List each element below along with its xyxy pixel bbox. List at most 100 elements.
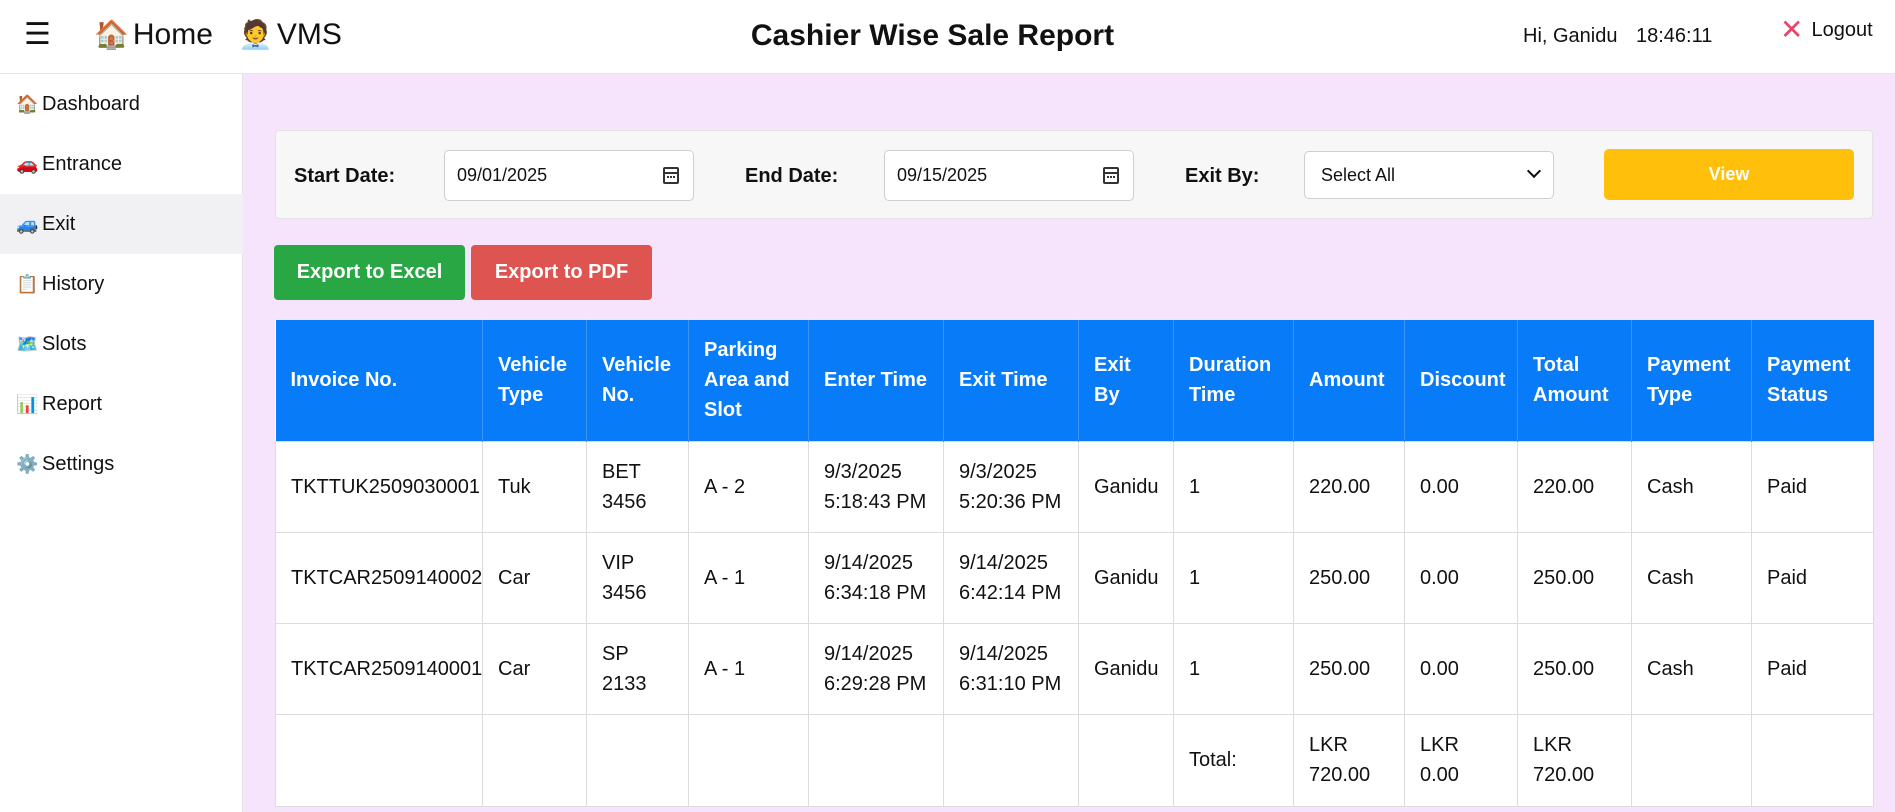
sidebar-item-label: Dashboard xyxy=(42,92,140,115)
exit-by-select[interactable]: Select All xyxy=(1304,151,1554,199)
table-cell xyxy=(943,713,1079,807)
table-cell: 9/14/2025 6:31:10 PM xyxy=(943,622,1079,715)
table-cell: Cash xyxy=(1631,440,1752,533)
view-button[interactable]: View xyxy=(1604,149,1854,200)
column-header: Amount xyxy=(1293,320,1405,441)
column-header: Payment Type xyxy=(1631,320,1752,441)
table-cell: 250.00 xyxy=(1293,622,1405,715)
table-cell: TKTTUK2509030001 xyxy=(275,440,483,533)
table-cell: Ganidu xyxy=(1078,440,1174,533)
sidebar-item-dashboard[interactable]: 🏠 Dashboard xyxy=(0,74,243,134)
sidebar-item-settings[interactable]: ⚙️ Settings xyxy=(0,434,243,494)
table-cell xyxy=(482,713,587,807)
total-total-amount: LKR 720.00 xyxy=(1517,713,1632,807)
total-label: Total: xyxy=(1173,713,1294,807)
table-cell: A - 1 xyxy=(688,531,809,624)
export-pdf-button[interactable]: Export to PDF xyxy=(471,245,652,300)
map-icon: 🗺️ xyxy=(16,333,39,354)
table-cell: BET 3456 xyxy=(586,440,689,533)
home-icon: 🏠 xyxy=(16,93,39,114)
calendar-icon[interactable] xyxy=(663,167,679,184)
table-row: TKTCAR2509140001 Car SP 2133 A - 1 9/14/… xyxy=(275,622,1874,715)
calendar-icon[interactable] xyxy=(1103,167,1119,184)
table-cell: Paid xyxy=(1751,531,1874,624)
sidebar-item-report[interactable]: 📊 Report xyxy=(0,374,243,434)
table-cell: 250.00 xyxy=(1293,531,1405,624)
column-header: Exit By xyxy=(1078,320,1174,441)
sidebar-item-slots[interactable]: 🗺️ Slots xyxy=(0,314,243,374)
suv-icon: 🚙 xyxy=(16,213,39,234)
sidebar-item-label: Entrance xyxy=(42,152,123,175)
logout-label: Logout xyxy=(1811,19,1873,41)
clock: 18:46:11 xyxy=(1636,25,1713,47)
sidebar-item-label: History xyxy=(42,272,105,295)
table-row: TKTCAR2509140002 Car VIP 3456 A - 1 9/14… xyxy=(275,531,1874,624)
table-cell xyxy=(808,713,944,807)
table-cell: 9/14/2025 6:42:14 PM xyxy=(943,531,1079,624)
chart-icon: 📊 xyxy=(16,393,39,414)
table-cell: SP 2133 xyxy=(586,622,689,715)
table-cell: Car xyxy=(482,622,587,715)
table-cell: A - 1 xyxy=(688,622,809,715)
table-cell: 0.00 xyxy=(1404,440,1518,533)
total-row: Total: LKR 720.00 LKR 0.00 LKR 720.00 xyxy=(275,713,1874,807)
start-date-input[interactable]: 09/01/2025 xyxy=(444,150,694,201)
table-cell: 9/3/2025 5:18:43 PM xyxy=(808,440,944,533)
end-date-label: End Date: xyxy=(745,165,839,187)
table-row: TKTTUK2509030001 Tuk BET 3456 A - 2 9/3/… xyxy=(275,440,1874,533)
table-cell xyxy=(688,713,809,807)
total-amount: LKR 720.00 xyxy=(1293,713,1405,807)
sidebar-item-history[interactable]: 📋 History xyxy=(0,254,243,314)
column-header: Enter Time xyxy=(808,320,944,441)
top-bar: ☰ 🏠 Home 🧑‍💼 VMS Cashier Wise Sale Repor… xyxy=(0,0,1895,74)
table-cell: 0.00 xyxy=(1404,531,1518,624)
column-header: Exit Time xyxy=(943,320,1079,441)
table-cell xyxy=(275,713,483,807)
column-header: Invoice No. xyxy=(275,320,483,441)
report-table: Invoice No. Vehicle Type Vehicle No. Par… xyxy=(275,320,1874,807)
table-cell: 220.00 xyxy=(1293,440,1405,533)
page-title-text: Cashier Wise Sale Report xyxy=(750,19,1115,52)
exit-by-selected: Select All xyxy=(1321,164,1396,185)
column-header: Vehicle Type xyxy=(482,320,587,441)
sidebar-item-entrance[interactable]: 🚗 Entrance xyxy=(0,134,243,194)
end-date-value: 09/15/2025 xyxy=(897,165,988,185)
table-cell xyxy=(1751,713,1874,807)
car-icon: 🚗 xyxy=(16,153,39,174)
table-cell: Tuk xyxy=(482,440,587,533)
table-cell: Paid xyxy=(1751,440,1874,533)
table-cell: Cash xyxy=(1631,531,1752,624)
table-cell: Car xyxy=(482,531,587,624)
column-header: Parking Area and Slot xyxy=(688,320,809,441)
report-table-container: Invoice No. Vehicle Type Vehicle No. Par… xyxy=(275,320,1874,807)
sidebar-item-label: Settings xyxy=(42,452,115,475)
table-cell: 250.00 xyxy=(1517,531,1632,624)
start-date-label: Start Date: xyxy=(294,165,396,187)
export-excel-button[interactable]: Export to Excel xyxy=(274,245,465,300)
table-cell: Ganidu xyxy=(1078,531,1174,624)
table-cell: 1 xyxy=(1173,622,1294,715)
table-cell xyxy=(586,713,689,807)
column-header: Total Amount xyxy=(1517,320,1632,441)
exit-by-label: Exit By: xyxy=(1185,165,1260,187)
sidebar-item-exit[interactable]: 🚙 Exit xyxy=(0,194,243,254)
table-cell: 9/14/2025 6:29:28 PM xyxy=(808,622,944,715)
table-cell: 0.00 xyxy=(1404,622,1518,715)
chevron-down-icon xyxy=(1526,163,1542,179)
sidebar-item-label: Report xyxy=(42,392,103,415)
table-cell: 220.00 xyxy=(1517,440,1632,533)
table-cell: Cash xyxy=(1631,622,1752,715)
table-cell xyxy=(1631,713,1752,807)
start-date-value: 09/01/2025 xyxy=(457,165,548,185)
table-cell: VIP 3456 xyxy=(586,531,689,624)
logout-button[interactable]: ✕ Logout xyxy=(1780,16,1873,44)
sidebar: 🏠 Dashboard 🚗 Entrance 🚙 Exit 📋 History … xyxy=(0,74,243,812)
table-cell: 1 xyxy=(1173,440,1294,533)
table-cell: TKTCAR2509140002 xyxy=(275,531,483,624)
sidebar-item-label: Exit xyxy=(42,212,76,235)
table-cell: TKTCAR2509140001 xyxy=(275,622,483,715)
column-header: Payment Status xyxy=(1751,320,1874,441)
end-date-input[interactable]: 09/15/2025 xyxy=(884,150,1134,201)
table-cell: 9/14/2025 6:34:18 PM xyxy=(808,531,944,624)
column-header: Vehicle No. xyxy=(586,320,689,441)
